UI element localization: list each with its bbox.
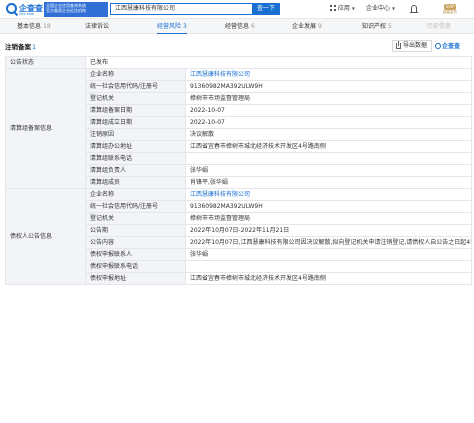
tab-operation-info[interactable]: 经营信息 6 — [225, 19, 255, 34]
field-value: 2022年10月07日,江西慧康科技有限公司因决议解散,拟向登记机关申请注销登记… — [184, 236, 473, 249]
export-icon — [396, 41, 401, 49]
notice-line-2: 官方备案企业征信机构 — [46, 8, 86, 13]
enterprise-center-label: 企业中心 — [366, 5, 391, 12]
apps-label: 应用 — [337, 5, 350, 12]
table-row: 债权人公告信息 企业名称 江西慧康科技有限公司 — [5, 188, 473, 285]
field-value: 樟树市市场监督管理局 — [184, 212, 473, 225]
status-label: 公告状态 — [5, 56, 86, 69]
field-label: 清算组成员 — [85, 176, 186, 189]
export-button[interactable]: 导出数据 — [392, 40, 432, 52]
field-value-text: 樟树市市场监督管理局 — [190, 95, 251, 102]
apps-menu[interactable]: 应用 ▼ — [330, 4, 355, 14]
credit-notice-banner[interactable]: 全国企业信用查询系统 官方备案企业征信机构 — [44, 2, 108, 17]
table-row: 公告状态 已发布 — [5, 56, 473, 69]
company-link-text[interactable]: 江西慧康科技有限公司 — [190, 71, 250, 78]
field-value: 江西省宜春市樟树市城北经济技术开发区4号路南侧 — [184, 272, 473, 285]
search-button[interactable]: 查一下 — [252, 3, 280, 15]
field-value-text: 江西省宜春市樟树市城北经济技术开发区4号路南侧 — [190, 275, 326, 282]
svip-label: 超级会员 — [443, 10, 457, 14]
company-name-link[interactable]: 江西慧康科技有限公司 — [184, 68, 473, 81]
field-label: 企业名称 — [85, 188, 186, 201]
tab-legal[interactable]: 法律诉讼 — [85, 19, 111, 34]
tab-basic-info[interactable]: 基本信息 18 — [17, 19, 51, 34]
tab-business-risk[interactable]: 经营风险 3 — [157, 19, 187, 34]
table-row: 清算组备案信息 企业名称 江西慧康科技有限公司 — [5, 68, 473, 189]
status-value: 已发布 — [84, 56, 473, 69]
field-value: 91360982MA392ULW9H — [184, 80, 473, 93]
field-value — [184, 152, 473, 165]
field-label: 统一社会信用代码/注册号 — [85, 80, 186, 93]
chevron-down-icon: ▼ — [351, 6, 355, 11]
field-value: 肖锋平,张华娟 — [184, 176, 473, 189]
export-label: 导出数据 — [403, 42, 428, 49]
company-name-link[interactable]: 江西慧康科技有限公司 — [184, 188, 473, 201]
field-label: 登记机关 — [85, 212, 186, 225]
field-value-text: 91360982MA392ULW9H — [190, 203, 263, 210]
field-label: 清算组备案日期 — [85, 104, 186, 117]
apps-grid-icon — [330, 5, 336, 11]
field-label: 登记机关 — [85, 92, 186, 105]
field-value — [184, 260, 473, 273]
field-value: 张华娟 — [184, 248, 473, 261]
logo-subtext: Qcc.com — [19, 12, 35, 16]
field-value-text: 张华娟 — [190, 167, 209, 174]
field-label: 债权申报联系电话 — [85, 260, 186, 273]
tab-development[interactable]: 企业发展 9 — [292, 19, 322, 34]
section-count: 1 — [32, 43, 37, 51]
field-value: 91360982MA392ULW9H — [184, 200, 473, 213]
liquidation-filing-section-label: 清算组备案信息 — [5, 68, 86, 189]
field-label: 企业名称 — [85, 68, 186, 81]
field-value-text: 江西省宜春市樟树市城北经济技术开发区4号路南侧 — [190, 143, 326, 150]
field-label: 清算组负责人 — [85, 164, 186, 177]
company-link-text[interactable]: 江西慧康科技有限公司 — [190, 191, 250, 198]
field-label: 债权申报地址 — [85, 272, 186, 285]
brand-watermark: 企查查 — [435, 41, 460, 50]
enterprise-center-menu[interactable]: 企业中心 ▼ — [366, 4, 395, 14]
field-label: 注销原因 — [85, 128, 186, 141]
field-value: 2022-10-07 — [184, 104, 473, 117]
tab-bar: 基本信息 18 法律诉讼 经营风险 3 经营信息 6 企业发展 9 知识产权 5 历史信息 — [0, 19, 474, 34]
field-value-text: 肖锋平,张华娟 — [190, 179, 228, 186]
field-value: 2022-10-07 — [184, 116, 473, 129]
site-logo[interactable]: 企查查 Qcc.com — [6, 3, 43, 16]
top-bar: 企查查 Qcc.com 全国企业信用查询系统 官方备案企业征信机构 江西慧康科技… — [0, 0, 474, 19]
tab-ip[interactable]: 知识产权 5 — [362, 19, 392, 34]
field-value: 2022年10月07日-2022年11月21日 — [184, 224, 473, 237]
field-value: 决议解散 — [184, 128, 473, 141]
field-label: 清算组办公地址 — [85, 140, 186, 153]
svip-entry[interactable]: SVIP 超级会员 — [437, 3, 463, 16]
field-value-text: 决议解散 — [190, 131, 215, 138]
field-value: 张华娟 — [184, 164, 473, 177]
field-label: 清算组联系电话 — [85, 152, 186, 165]
field-label: 公告内容 — [85, 236, 186, 249]
field-value: 江西省宜春市樟树市城北经济技术开发区4号路南侧 — [184, 140, 473, 153]
bell-icon[interactable] — [410, 5, 418, 13]
deregistration-table: 公告状态 已发布 清算组备案信息 企业名称 江西慧康科技有限公司 统一社会信用代码/注册号… — [5, 56, 473, 285]
field-label: 债权申报联系人 — [85, 248, 186, 261]
field-value-text: 2022-10-07 — [190, 119, 225, 126]
field-label: 清算组成立日期 — [85, 116, 186, 129]
field-label: 公告期 — [85, 224, 186, 237]
creditor-notice-section-label: 债权人公告信息 — [5, 188, 86, 285]
field-value-text: 91360982MA392ULW9H — [190, 83, 263, 90]
tab-history[interactable]: 历史信息 — [427, 19, 453, 34]
field-value-text: 2022-10-07 — [190, 107, 225, 114]
field-label: 统一社会信用代码/注册号 — [85, 200, 186, 213]
logo-magnifier-icon — [435, 43, 441, 49]
field-value-text: 2022年10月07日,江西慧康科技有限公司因决议解散,拟向登记机关申请注销登记… — [190, 239, 471, 246]
field-value: 樟树市市场监督管理局 — [184, 92, 473, 105]
field-value-text: 2022年10月07日-2022年11月21日 — [190, 227, 290, 234]
search-input[interactable]: 江西慧康科技有限公司 — [110, 3, 252, 15]
section-title: 注销备案1 — [5, 43, 37, 51]
logo-magnifier-icon — [6, 3, 17, 14]
field-value-text: 樟树市市场监督管理局 — [190, 215, 251, 222]
field-value-text: 张华娟 — [190, 251, 209, 258]
chevron-down-icon: ▼ — [391, 6, 396, 11]
